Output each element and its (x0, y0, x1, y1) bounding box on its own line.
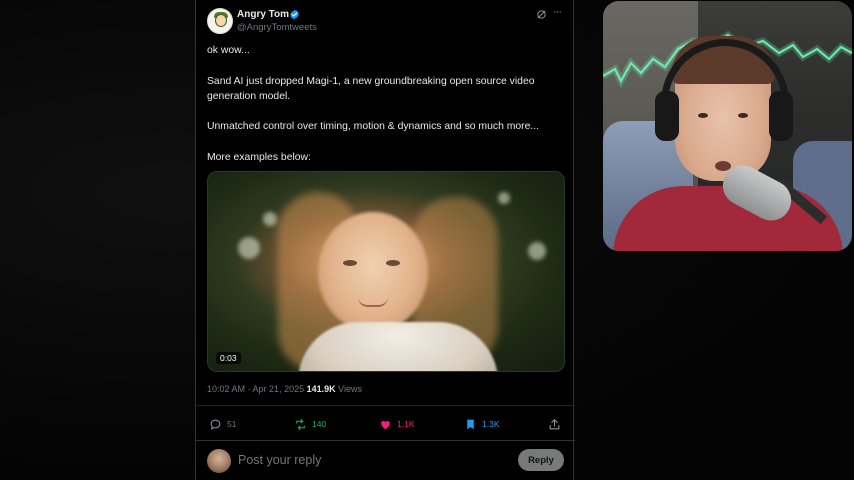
reply-count: 51 (227, 419, 237, 429)
reply-icon (210, 419, 221, 430)
reply-button[interactable]: 51 (209, 417, 236, 431)
headphone-earcup (655, 91, 679, 141)
video-eye (386, 260, 400, 266)
reply-input[interactable]: Post your reply (238, 453, 321, 467)
meta-separator: · (245, 384, 253, 394)
grok-icon[interactable] (536, 9, 547, 20)
bookmark-count: 1.3K (482, 419, 500, 429)
tweet-text-line: Unmatched control over timing, motion & … (207, 121, 540, 132)
share-icon (549, 418, 560, 429)
views-label: Views (335, 384, 362, 394)
tweet-date[interactable]: Apr 21, 2025 (253, 384, 305, 394)
views-count: 141.9K (306, 384, 336, 394)
tweet-card: Angry Tom @AngryTomtweets ··· ok wow... … (195, 0, 575, 480)
like-button[interactable]: 1.1K (379, 417, 415, 431)
author-handle[interactable]: @AngryTomtweets (237, 22, 317, 33)
tweet-video[interactable]: 0:03 (207, 171, 565, 372)
bookmark-button[interactable]: 1.3K (464, 417, 500, 431)
more-icon[interactable]: ··· (553, 6, 562, 18)
webcam-overlay (603, 1, 852, 251)
share-button[interactable] (548, 417, 561, 431)
tweet-text-line: Sand AI just dropped Magi-1, a new groun… (207, 76, 535, 87)
reply-submit-button[interactable]: Reply (518, 449, 564, 471)
tweet-time[interactable]: 10:02 AM (207, 384, 245, 394)
reply-composer: Post your reply Reply (196, 441, 575, 480)
repost-button[interactable]: 140 (294, 417, 326, 431)
tweet-text-line: More examples below: (207, 152, 311, 163)
bookmark-icon (467, 419, 474, 429)
repost-icon (296, 418, 305, 430)
reply-avatar (207, 449, 231, 473)
tweet-meta: 10:02 AM · Apr 21, 2025 141.9K Views (207, 384, 362, 394)
like-count: 1.1K (397, 419, 415, 429)
avatar-face (215, 14, 227, 27)
webcam-eye (698, 113, 708, 118)
tweet-text-line: generation model. (207, 91, 291, 102)
like-icon (381, 420, 390, 429)
video-bokeh (263, 212, 277, 226)
verified-badge-icon (290, 9, 299, 20)
author-avatar[interactable] (207, 8, 233, 34)
video-bokeh (498, 192, 510, 204)
webcam-eye (738, 113, 748, 118)
tweet-text-line: ok wow... (207, 45, 250, 56)
video-bokeh (238, 237, 260, 259)
tweet-actions: 51 140 1.1K 1.3K (196, 405, 575, 441)
video-dress (298, 322, 498, 371)
video-duration: 0:03 (216, 352, 241, 364)
author-name[interactable]: Angry Tom (237, 9, 289, 20)
video-face (318, 212, 428, 332)
repost-count: 140 (312, 419, 327, 429)
video-bokeh (528, 242, 546, 260)
video-eye (343, 260, 357, 266)
headphone-earcup (769, 91, 793, 141)
